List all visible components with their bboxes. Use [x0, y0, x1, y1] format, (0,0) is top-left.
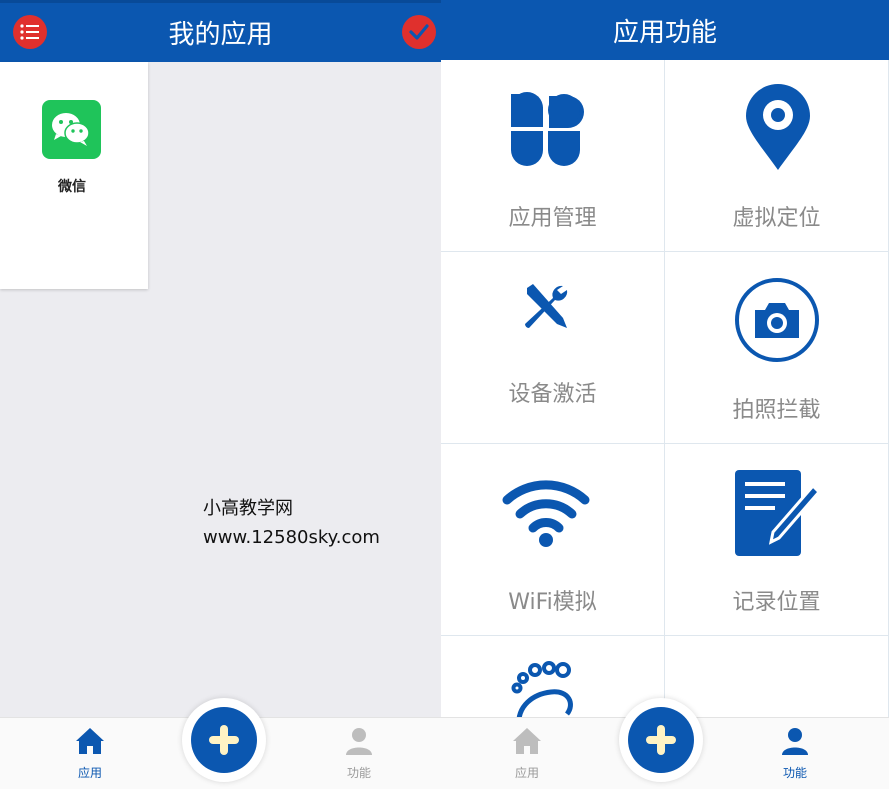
tab-label: 功能	[782, 766, 807, 780]
four-petal-grid-icon	[511, 92, 584, 166]
feature-wifi-simulation[interactable]: WiFi模拟	[441, 444, 665, 636]
camera-icon	[735, 278, 819, 362]
plus-icon	[646, 725, 676, 755]
add-button[interactable]	[182, 698, 266, 782]
location-pin-icon	[746, 84, 810, 170]
functions-screen: 应用功能 应用管理 虚拟定位 设备激活 拍照拦截 WiFi模拟 记录位置 应用 …	[441, 0, 889, 789]
tab-functions[interactable]: 功能	[319, 726, 399, 781]
home-icon	[513, 728, 541, 754]
feature-label: 拍照拦截	[732, 398, 821, 423]
tab-functions[interactable]: 功能	[755, 726, 835, 781]
notepad-pen-icon	[735, 470, 821, 556]
feature-label: WiFi模拟	[508, 590, 597, 615]
confirm-button[interactable]	[402, 15, 436, 49]
person-icon	[346, 728, 372, 755]
feature-record-location[interactable]: 记录位置	[665, 444, 889, 636]
wifi-icon	[502, 480, 590, 547]
feature-device-activation[interactable]: 设备激活	[441, 252, 665, 444]
feature-photo-intercept[interactable]: 拍照拦截	[665, 252, 889, 444]
feature-virtual-location[interactable]: 虚拟定位	[665, 60, 889, 252]
add-button[interactable]	[619, 698, 703, 782]
wechat-icon	[42, 100, 101, 159]
feature-label: 设备激活	[508, 382, 597, 407]
person-icon	[782, 728, 808, 755]
feature-label: 记录位置	[732, 590, 821, 615]
app-tile-wechat[interactable]: 微信	[0, 62, 148, 289]
top-bar: 应用功能	[441, 0, 889, 60]
tab-label: 功能	[346, 766, 371, 780]
feature-label: 虚拟定位	[732, 206, 821, 231]
feature-label: 应用管理	[508, 206, 597, 231]
my-apps-screen: 我的应用 微信 小高教学网 www.12580sky.com 应用 功能	[0, 0, 441, 789]
menu-button[interactable]	[13, 15, 47, 49]
feature-app-management[interactable]: 应用管理	[441, 60, 665, 252]
tab-label: 应用	[514, 766, 539, 780]
tab-apps[interactable]: 应用	[487, 726, 567, 781]
page-title: 我的应用	[168, 20, 273, 50]
tab-label: 应用	[77, 766, 102, 780]
checkmark-icon	[409, 24, 429, 40]
watermark-line-2: www.12580sky.com	[203, 527, 380, 548]
tab-apps[interactable]: 应用	[50, 726, 130, 781]
tools-icon	[525, 284, 568, 328]
page-title: 应用功能	[612, 17, 717, 48]
list-icon	[20, 24, 39, 40]
home-icon	[76, 728, 104, 754]
plus-icon	[209, 725, 239, 755]
top-bar: 我的应用	[0, 0, 441, 62]
watermark-line-1: 小高教学网	[203, 498, 293, 519]
app-name: 微信	[58, 179, 86, 195]
